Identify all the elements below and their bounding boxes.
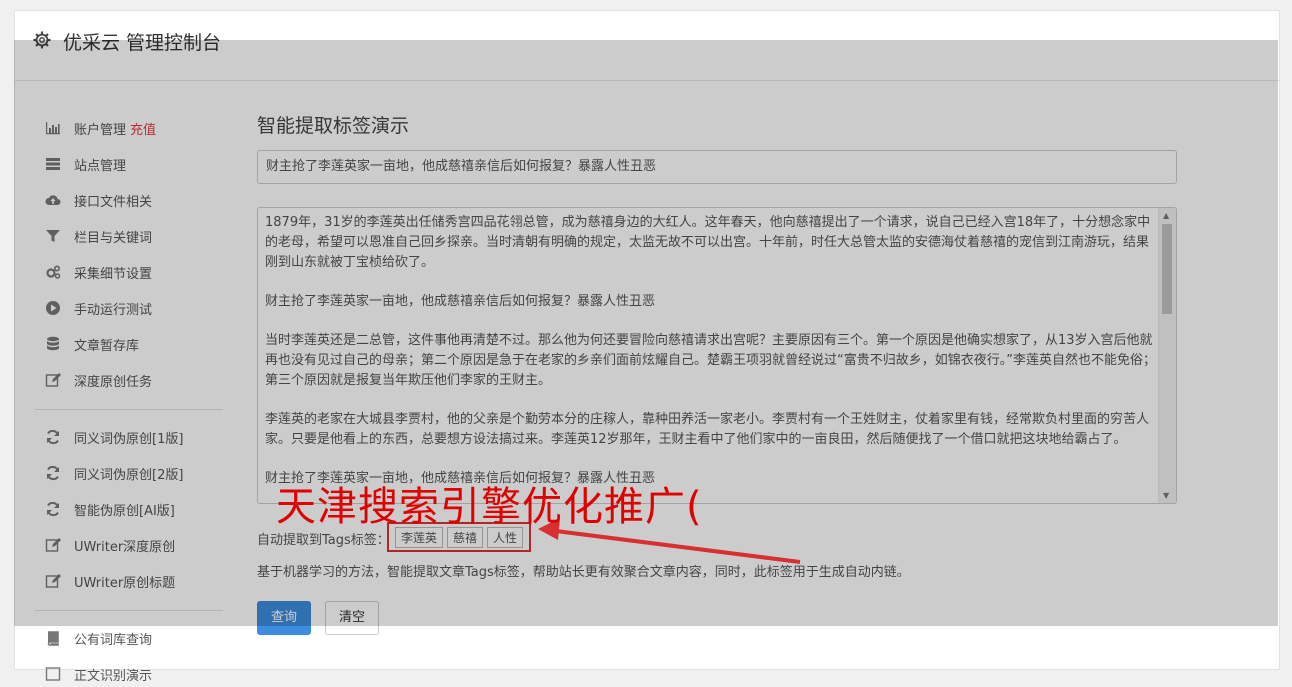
book-icon — [47, 631, 59, 646]
page-title: 智能提取标签演示 — [257, 115, 410, 137]
sidebar-item-article-store[interactable]: 文章暂存库 — [41, 333, 231, 357]
sidebar-item-ai-rewrite[interactable]: 智能伪原创[AI版] — [41, 498, 231, 522]
textarea-scrollbar[interactable]: ▲ ▼ — [1158, 208, 1176, 503]
sidebar-item-label: 正文识别演示 — [74, 669, 153, 684]
sidebar-divider — [35, 409, 223, 410]
square-icon — [45, 667, 61, 681]
content-paragraph: 李莲英的老家在大城县李贾村，他的父亲是个勤劳本分的庄稼人，靠种田养活一家老小。李… — [265, 412, 1150, 447]
sidebar-item-synonym-v2[interactable]: 同义词伪原创[2版] — [41, 462, 231, 486]
edit-icon — [45, 574, 61, 588]
sidebar-divider — [35, 610, 223, 611]
sidebar-item-label: UWriter深度原创 — [74, 540, 176, 555]
sidebar-item-text-recognition[interactable]: 正文识别演示 — [41, 663, 231, 687]
sidebar-item-interface-files[interactable]: 接口文件相关 — [41, 189, 231, 213]
scroll-down-icon[interactable]: ▼ — [1163, 491, 1169, 500]
article-content-textarea[interactable]: 1879年，31岁的李莲英出任储秀宫四品花翎总管，成为慈禧身边的大红人。这年春天… — [257, 207, 1177, 504]
recharge-link[interactable]: 充值 — [130, 123, 156, 138]
article-content-text: 1879年，31岁的李莲英出任储秀宫四品花翎总管，成为慈禧身边的大红人。这年春天… — [265, 213, 1158, 503]
scroll-up-icon[interactable]: ▲ — [1163, 211, 1169, 220]
play-circle-icon — [46, 301, 60, 315]
query-button[interactable]: 查询 — [257, 601, 311, 635]
server-icon — [46, 158, 60, 170]
sidebar-item-label: 栏目与关键词 — [74, 231, 153, 246]
sidebar-item-sites[interactable]: 站点管理 — [41, 153, 231, 177]
sidebar-item-public-lexicon[interactable]: 公有词库查询 — [41, 627, 231, 651]
edit-icon — [45, 373, 61, 387]
cloud-upload-icon — [45, 195, 61, 205]
filter-icon — [46, 230, 60, 242]
sidebar-item-collect-settings[interactable]: 采集细节设置 — [41, 261, 231, 285]
gears-icon — [46, 265, 61, 279]
sidebar-item-label: UWriter原创标题 — [74, 576, 176, 591]
refresh-icon — [47, 501, 59, 517]
app-title: 优采云 管理控制台 — [63, 32, 222, 54]
sidebar-item-label: 文章暂存库 — [74, 339, 140, 354]
sidebar-item-manual-test[interactable]: 手动运行测试 — [41, 297, 231, 321]
content-paragraph: 1879年，31岁的李莲英出任储秀宫四品花翎总管，成为慈禧身边的大红人。这年春天… — [265, 215, 1151, 270]
sidebar-item-label: 智能伪原创[AI版] — [74, 504, 175, 519]
sidebar-item-label: 深度原创任务 — [74, 375, 153, 390]
clear-button[interactable]: 清空 — [325, 601, 379, 635]
sidebar-item-columns-keywords[interactable]: 栏目与关键词 — [41, 225, 231, 249]
sidebar-item-label: 站点管理 — [74, 159, 127, 174]
sidebar-item-label: 公有词库查询 — [74, 633, 153, 648]
sidebar-item-label: 接口文件相关 — [74, 195, 153, 210]
content-paragraph: 当时李莲英还是二总管，这件事他再清楚不过。那么他为何还要冒险向慈禧请求出宫呢？主… — [265, 333, 1156, 388]
edit-icon — [45, 538, 61, 552]
article-title-input[interactable]: 财主抢了李莲英家一亩地，他成慈禧亲信后如何报复？暴露人性丑恶 — [257, 150, 1177, 184]
bar-chart-icon — [46, 122, 60, 135]
scrollbar-thumb[interactable] — [1162, 224, 1172, 314]
sidebar-item-label: 采集细节设置 — [74, 267, 153, 282]
sidebar-item-label: 同义词伪原创[2版] — [74, 468, 184, 483]
sidebar-item-account[interactable]: 账户管理 充值 — [41, 117, 231, 141]
sidebar-item-deep-original[interactable]: 深度原创任务 — [41, 369, 231, 393]
header: 优采云 管理控制台 — [15, 11, 1279, 81]
sidebar: 账户管理 充值 站点管理 接口文件相关 栏目与关键词 采集细节设置 手动运行测试 … — [15, 81, 239, 684]
sidebar-item-synonym-v1[interactable]: 同义词伪原创[1版] — [41, 426, 231, 450]
gear-icon — [33, 31, 51, 49]
refresh-icon — [47, 465, 59, 481]
sidebar-item-uwriter-deep[interactable]: UWriter深度原创 — [41, 534, 231, 558]
sidebar-item-label: 账户管理 — [74, 123, 127, 138]
refresh-icon — [47, 429, 59, 445]
content-paragraph: 财主抢了李莲英家一亩地，他成慈禧亲信后如何报复？暴露人性丑恶 — [265, 294, 656, 309]
database-icon — [47, 336, 59, 351]
sidebar-item-label: 手动运行测试 — [74, 303, 153, 318]
watermark-text: 天津搜索引擎优化推广( — [276, 484, 703, 530]
sidebar-item-label: 同义词伪原创[1版] — [74, 432, 184, 447]
sidebar-item-uwriter-title[interactable]: UWriter原创标题 — [41, 570, 231, 594]
